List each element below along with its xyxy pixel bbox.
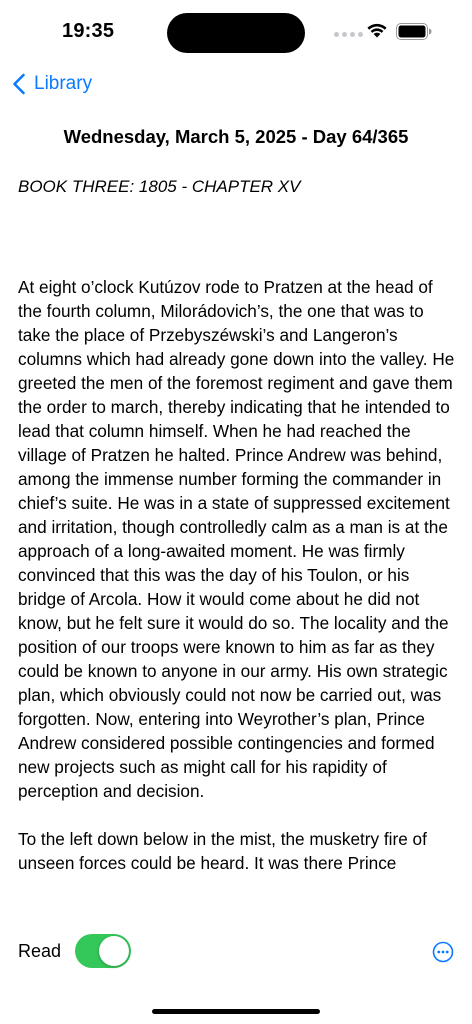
dynamic-island [167, 13, 305, 53]
read-toggle-row: Read [18, 934, 132, 968]
chevron-left-icon [13, 73, 25, 95]
page-title: Wednesday, March 5, 2025 - Day 64/365 [63, 126, 409, 147]
paragraph: To the left down below in the mist, the … [18, 829, 427, 873]
reading-text: At eight o’clock Kutúzov rode to Pratzen… [18, 275, 458, 925]
wifi-icon [367, 23, 387, 38]
home-indicator[interactable] [152, 1009, 320, 1014]
read-label: Read [18, 940, 62, 961]
battery-icon [396, 23, 432, 40]
cellular-signal-icon [334, 32, 363, 37]
paragraph: At eight o’clock Kutúzov rode to Pratzen… [18, 277, 455, 801]
chapter-heading: BOOK THREE: 1805 - CHAPTER XV [18, 177, 301, 196]
back-button[interactable]: Library [12, 68, 92, 100]
back-button-label: Library [34, 73, 93, 94]
ellipsis-circle-icon[interactable] [432, 941, 454, 963]
status-time: 19:35 [62, 20, 115, 42]
toggle-knob [99, 936, 130, 966]
status-bar: 19:35 [0, 0, 472, 60]
read-toggle[interactable] [75, 934, 132, 968]
